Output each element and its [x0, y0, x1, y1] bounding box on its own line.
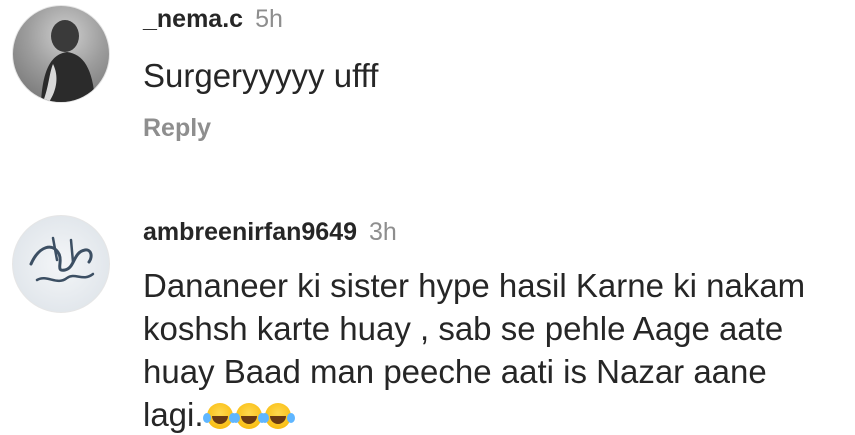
comment-text-line: Dananeer ki sister hype hasil Karne ki n…: [143, 267, 806, 304]
comment-meta: _nema.c 5h: [143, 5, 283, 34]
calligraphy-icon: [29, 236, 95, 283]
username[interactable]: _nema.c: [143, 5, 243, 33]
comment-item: _nema.c 5h Surgeryyyyy ufff Reply: [0, 0, 855, 180]
avatar[interactable]: [12, 5, 110, 103]
comment-text: Dananeer ki sister hype hasil Karne ki n…: [143, 264, 805, 435]
face-with-tears-of-joy-emoji: [202, 403, 233, 429]
comment-text-line-last: lagi.: [143, 393, 805, 435]
comment-meta: ambreenirfan9649 3h: [143, 218, 397, 247]
reply-button[interactable]: Reply: [143, 114, 211, 143]
username[interactable]: ambreenirfan9649: [143, 218, 357, 246]
comment-text-line: koshsh karte huay , sab se pehle Aage aa…: [143, 310, 784, 347]
face-with-tears-of-joy-emoji: [231, 403, 262, 429]
avatar[interactable]: [12, 215, 110, 313]
comment-text-line: huay Baad man peeche aati is Nazar aane: [143, 353, 767, 390]
comments-thread: _nema.c 5h Surgeryyyyy ufff Reply ambreen…: [0, 0, 855, 435]
timestamp: 3h: [369, 218, 397, 246]
comment-text-line: lagi.: [143, 396, 204, 433]
comment-text: Surgeryyyyy ufff: [143, 57, 379, 94]
timestamp: 5h: [255, 5, 283, 33]
person-photo-icon: [41, 20, 95, 102]
face-with-tears-of-joy-emoji: [260, 403, 291, 429]
